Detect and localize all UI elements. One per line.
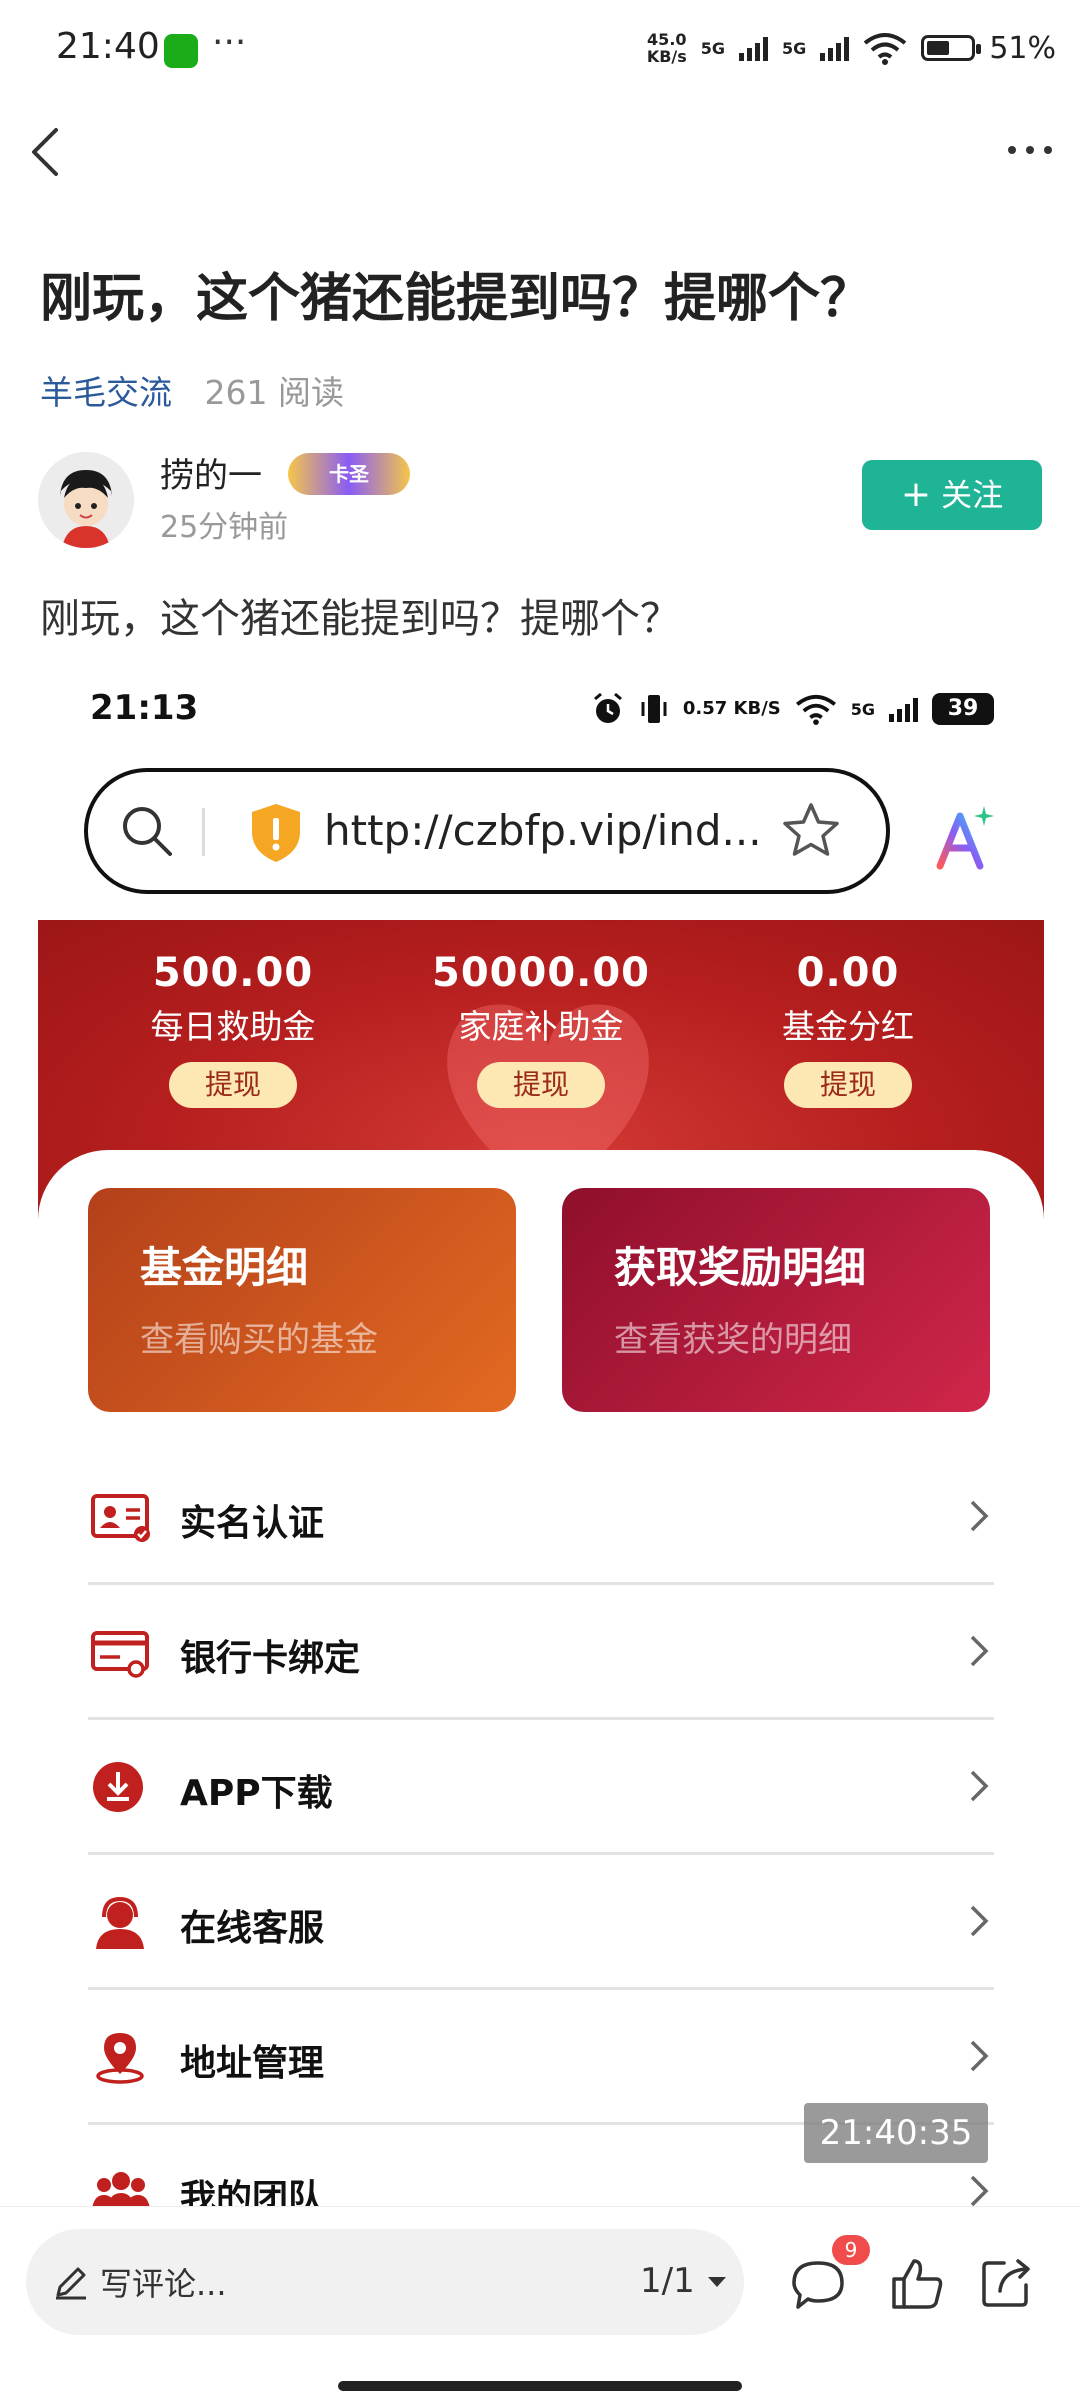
follow-label: 关注 <box>941 478 1004 514</box>
image-status-right: 0.57 KB/S 5G 39 <box>591 692 994 726</box>
chevron-right-icon <box>970 2040 989 2072</box>
battery-percent: 51% <box>989 30 1056 66</box>
stat-value: 500.00 <box>152 950 314 996</box>
author-name[interactable]: 捞的一 <box>160 448 262 497</box>
comment-placeholder: 写评论... <box>100 2265 227 2303</box>
search-icon[interactable] <box>118 802 176 860</box>
id-card-icon <box>91 1494 150 1542</box>
status-bar: 21:40 ··· 45.0 KB/s 5G 5G 51% <box>0 0 1080 100</box>
post-body: 刚玩，这个猪还能提到吗？提哪个？ <box>40 596 680 642</box>
withdraw-button[interactable]: 提现 <box>169 1062 297 1108</box>
stat-value: 0.00 <box>796 950 900 996</box>
image-timestamp: 21:40:35 <box>804 2103 988 2163</box>
bank-card-icon <box>91 1631 149 1678</box>
menu-label: 在线客服 <box>180 1908 325 1949</box>
card-title: 基金明细 <box>140 1243 309 1292</box>
url-text[interactable]: http://czbfp.vip/ind... <box>324 806 762 855</box>
bottom-bar: 写评论... 1/1 9 <box>0 2206 1080 2401</box>
team-icon <box>92 2172 150 2206</box>
ai-assistant-icon[interactable] <box>930 804 998 872</box>
card-title: 获取奖励明细 <box>614 1243 867 1292</box>
alarm-icon <box>593 692 622 723</box>
image-battery: 39 <box>932 693 994 725</box>
withdraw-button[interactable]: 提现 <box>784 1062 912 1108</box>
menu-item-app-download[interactable]: APP下载 <box>88 1720 994 1855</box>
image-status-time: 21:13 <box>90 688 199 728</box>
user-badge: 卡圣 <box>288 453 410 495</box>
follow-button[interactable]: + 关注 <box>862 460 1042 530</box>
caret-down-icon[interactable] <box>706 2275 728 2289</box>
menu-label: APP下载 <box>180 1773 333 1814</box>
menu-label: 地址管理 <box>180 2043 325 2084</box>
read-count: 261 阅读 <box>204 373 344 412</box>
stat-label: 基金分红 <box>782 1007 914 1046</box>
post-meta: 羊毛交流 261 阅读 <box>40 366 344 414</box>
post-title: 刚玩，这个猪还能提到吗？提哪个？ <box>40 269 873 329</box>
card-subtitle: 查看获奖的明细 <box>614 1320 852 1360</box>
thumbs-up-icon[interactable] <box>888 2255 946 2313</box>
back-icon[interactable] <box>22 120 78 184</box>
chevron-right-icon <box>970 1770 989 1802</box>
image-network-type: 5G <box>850 699 875 719</box>
reward-details-card[interactable]: 获取奖励明细 查看获奖的明细 <box>562 1188 990 1412</box>
more-options-icon[interactable] <box>1002 130 1058 170</box>
page-indicator[interactable]: 1/1 <box>640 2261 695 2301</box>
image-signal-icon <box>889 696 918 722</box>
menu-label: 银行卡绑定 <box>180 1638 361 1679</box>
menu-item-bank-card[interactable]: 银行卡绑定 <box>88 1585 994 1720</box>
network-type-1: 5G <box>700 38 726 58</box>
support-icon <box>96 1896 144 1949</box>
withdraw-button[interactable]: 提现 <box>477 1062 605 1108</box>
status-time: 21:40 <box>56 26 160 67</box>
plus-icon: + <box>900 474 932 515</box>
card-subtitle: 查看购买的基金 <box>140 1320 378 1360</box>
bookmark-star-icon[interactable] <box>780 800 842 862</box>
category-link[interactable]: 羊毛交流 <box>40 373 172 412</box>
comment-input[interactable]: 写评论... 1/1 <box>26 2229 744 2335</box>
location-icon <box>96 2033 144 2084</box>
image-wifi-icon <box>795 694 836 725</box>
stat-daily-aid: 500.00 每日救助金 提现 <box>83 950 383 1108</box>
post-image[interactable]: 21:13 0.57 KB/S 5G 39 http://czbfp.vip/i… <box>38 660 1044 2206</box>
stat-family-aid: 50000.00 家庭补助金 提现 <box>391 950 691 1108</box>
post-time: 25分钟前 <box>160 510 289 545</box>
image-network-speed: 0.57 KB/S <box>682 698 781 719</box>
avatar[interactable] <box>38 452 134 548</box>
vibrate-icon <box>641 695 667 723</box>
browser-url-bar[interactable]: http://czbfp.vip/ind... <box>84 768 890 894</box>
wechat-icon <box>164 34 198 68</box>
stat-fund-dividend: 0.00 基金分红 提现 <box>698 950 998 1108</box>
stat-label: 家庭补助金 <box>458 1007 624 1046</box>
menu-label: 实名认证 <box>180 1503 325 1544</box>
stat-label: 每日救助金 <box>150 1007 316 1046</box>
image-status-bar: 21:13 0.57 KB/S 5G 39 <box>38 660 1044 764</box>
chevron-right-icon <box>970 1635 989 1667</box>
comment-count-badge: 9 <box>832 2235 870 2265</box>
battery-icon <box>921 35 982 61</box>
chevron-right-icon <box>970 2175 989 2206</box>
wifi-icon <box>864 33 907 65</box>
pen-icon <box>56 2267 86 2300</box>
url-divider <box>202 808 205 856</box>
network-type-2: 5G <box>782 38 807 58</box>
menu-item-customer-service[interactable]: 在线客服 <box>88 1855 994 1990</box>
chevron-right-icon <box>970 1905 989 1937</box>
signal-icon <box>739 35 769 61</box>
share-icon[interactable] <box>978 2255 1034 2311</box>
more-notifications-icon: ··· <box>212 22 247 63</box>
stat-value: 50000.00 <box>431 950 651 996</box>
warning-shield-icon[interactable] <box>248 800 304 864</box>
download-icon <box>93 1762 143 1812</box>
menu-list: 实名认证 银行卡绑定 APP下载 在线客服 地址管理 我的团队 <box>88 1450 994 2206</box>
menu-label: 我的团队 <box>180 2178 325 2206</box>
network-speed: 45.0 KB/s <box>646 30 687 66</box>
signal-icon-2 <box>820 35 850 61</box>
comment-icon[interactable] <box>790 2257 846 2313</box>
home-indicator[interactable] <box>338 2381 742 2391</box>
chevron-right-icon <box>970 1500 989 1532</box>
status-right: 45.0 KB/s 5G 5G 51% <box>647 28 1056 68</box>
menu-item-real-name[interactable]: 实名认证 <box>88 1450 994 1585</box>
fund-details-card[interactable]: 基金明细 查看购买的基金 <box>88 1188 516 1412</box>
